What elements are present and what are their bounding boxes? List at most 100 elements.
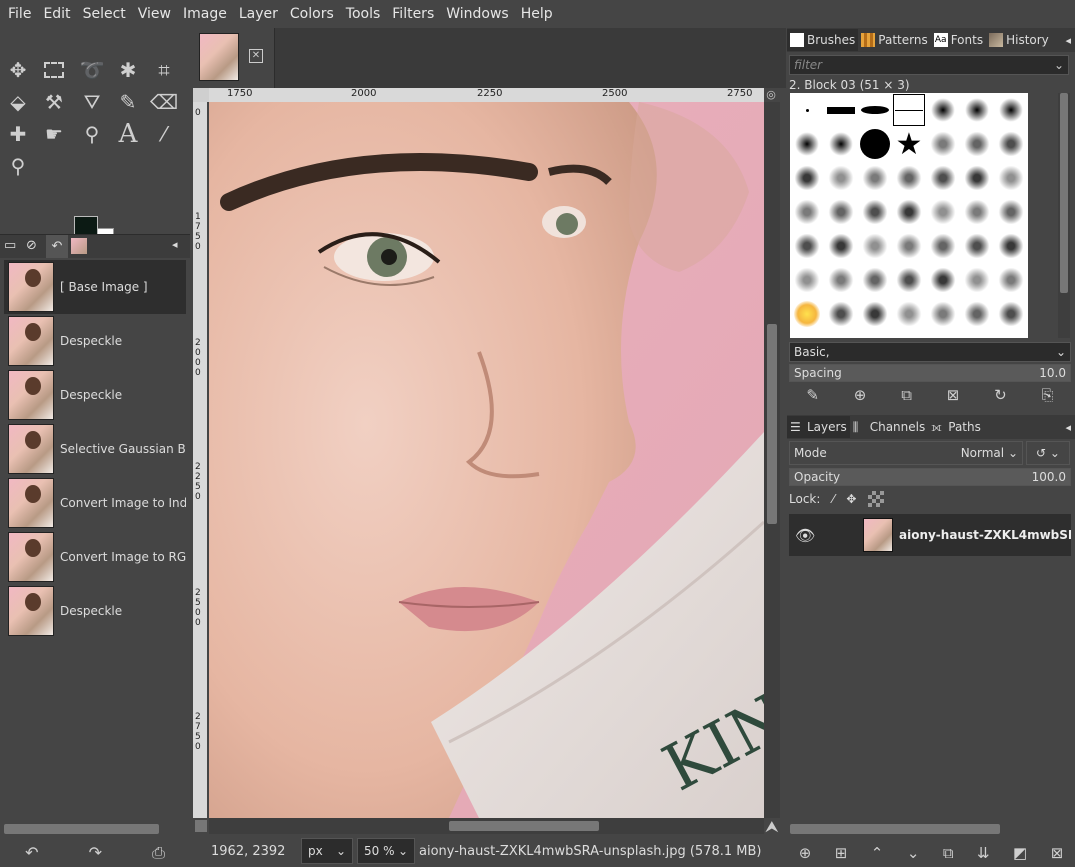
device-status-icon[interactable]: ⊘ — [26, 238, 37, 253]
rect-select-icon[interactable] — [40, 56, 68, 84]
brush-preview[interactable] — [994, 93, 1028, 127]
canvas-vertical-scrollbar[interactable] — [764, 102, 780, 818]
tab-patterns[interactable]: Patterns — [858, 29, 930, 51]
lower-layer-icon[interactable]: ⌄ — [907, 844, 920, 862]
opacity-slider[interactable]: Opacity 100.0 — [789, 468, 1071, 486]
brush-preview[interactable] — [790, 93, 824, 127]
text-tool-icon[interactable]: A — [114, 119, 142, 149]
brush-grid[interactable]: ★ — [790, 93, 1028, 338]
tab-history[interactable]: History — [986, 29, 1052, 51]
menu-help[interactable]: Help — [515, 6, 559, 22]
mode-reset-button[interactable]: ↺ ⌄ — [1026, 441, 1070, 465]
tool-options-icon[interactable]: ▭ — [4, 238, 16, 253]
layer-mask-icon[interactable]: ◩ — [1013, 844, 1027, 862]
duplicate-brush-icon[interactable]: ⧉ — [901, 386, 912, 408]
brush-preview[interactable] — [926, 195, 960, 229]
lasso-icon[interactable]: ➰ — [78, 56, 106, 84]
menu-colors[interactable]: Colors — [284, 6, 340, 22]
edit-brush-icon[interactable]: ✎ — [806, 386, 819, 408]
layers-horizontal-scrollbar[interactable] — [790, 824, 1000, 834]
menu-filters[interactable]: Filters — [386, 6, 440, 22]
redo-icon[interactable]: ↷ — [89, 843, 102, 862]
lock-alpha-icon[interactable] — [868, 491, 885, 507]
brush-preview[interactable] — [994, 127, 1028, 161]
brush-preview[interactable] — [994, 263, 1028, 297]
menu-edit[interactable]: Edit — [37, 6, 76, 22]
delete-brush-icon[interactable]: ⊠ — [947, 386, 960, 408]
brush-preview[interactable] — [892, 263, 926, 297]
smudge-icon[interactable]: ☛ — [40, 120, 68, 148]
brush-preview[interactable] — [892, 195, 926, 229]
undo-item[interactable]: Convert Image to Inde — [4, 476, 186, 530]
brush-preview[interactable]: ★ — [892, 127, 926, 162]
undo-horizontal-scrollbar[interactable] — [4, 824, 159, 834]
unit-selector[interactable]: px ⌄ — [301, 838, 353, 864]
brush-preview[interactable] — [926, 263, 960, 297]
brush-preview[interactable] — [858, 93, 892, 127]
delete-layer-icon[interactable]: ⊠ — [1051, 844, 1064, 862]
brush-preview[interactable] — [824, 161, 858, 195]
color-picker-icon[interactable]: ⁄ — [150, 120, 178, 148]
tab-brushes[interactable]: Brushes — [787, 29, 859, 51]
image-tab[interactable]: ✕ — [191, 28, 275, 88]
bucket-fill-icon[interactable]: ⛛ — [78, 88, 106, 116]
brush-preview[interactable] — [892, 229, 926, 263]
brush-preview[interactable] — [892, 297, 926, 331]
dock-menu-icon[interactable]: ◂ — [1065, 34, 1071, 47]
refresh-brushes-icon[interactable]: ↻ — [994, 386, 1007, 408]
brush-preview[interactable] — [960, 229, 994, 263]
new-layer-icon[interactable]: ⊕ — [799, 844, 812, 862]
tab-channels[interactable]: ⫼ Channels — [850, 416, 929, 438]
clone-icon[interactable]: ⚲ — [78, 120, 106, 148]
menu-file[interactable]: File — [2, 6, 37, 22]
menu-windows[interactable]: Windows — [440, 6, 515, 22]
brush-preview[interactable] — [824, 93, 858, 127]
undo-icon[interactable]: ↶ — [25, 843, 38, 862]
brush-preview[interactable] — [790, 195, 824, 229]
brush-preview[interactable] — [994, 161, 1028, 195]
merge-layer-icon[interactable]: ⇊ — [977, 844, 990, 862]
eraser-icon[interactable]: ⌫ — [150, 88, 178, 116]
close-icon[interactable]: ✕ — [249, 49, 263, 63]
brush-preview[interactable] — [960, 93, 994, 127]
scroll-thumb[interactable] — [1060, 93, 1068, 293]
layer-item[interactable]: 👁 aiony-haust-ZXKL4mwbSRA — [789, 514, 1071, 556]
brush-preview[interactable] — [858, 229, 892, 263]
brush-preview[interactable] — [960, 161, 994, 195]
brush-preview[interactable] — [790, 229, 824, 263]
brush-preview[interactable] — [926, 127, 960, 161]
raise-layer-icon[interactable]: ⌃ — [871, 844, 884, 862]
quick-mask-toggle[interactable] — [195, 820, 207, 832]
fuzzy-select-icon[interactable]: ✱ — [114, 56, 142, 84]
image-canvas[interactable]: KIN — [209, 102, 764, 818]
brush-preview[interactable] — [824, 127, 858, 161]
spacing-slider[interactable]: Spacing 10.0 — [789, 364, 1071, 382]
brush-preview[interactable] — [858, 263, 892, 297]
brush-preview[interactable] — [926, 161, 960, 195]
brush-preview[interactable] — [858, 297, 892, 331]
brush-preview[interactable] — [960, 263, 994, 297]
duplicate-layer-icon[interactable]: ⧉ — [943, 844, 954, 862]
brush-preview[interactable] — [994, 297, 1028, 331]
brush-preview[interactable] — [858, 195, 892, 229]
undo-item[interactable]: Despeckle — [4, 314, 186, 368]
brush-preview[interactable] — [926, 229, 960, 263]
brush-preview[interactable] — [994, 195, 1028, 229]
paintbrush-icon[interactable]: ✎ — [114, 88, 142, 116]
brush-preview[interactable] — [824, 263, 858, 297]
menu-tools[interactable]: Tools — [340, 6, 387, 22]
crop-icon[interactable]: ⌗ — [150, 56, 178, 84]
brush-preview[interactable] — [892, 161, 926, 195]
tab-paths[interactable]: ⟗ Paths — [928, 416, 984, 438]
open-brush-as-image-icon[interactable]: ⎘ — [1042, 386, 1054, 408]
menu-image[interactable]: Image — [177, 6, 233, 22]
dock-menu-icon[interactable]: ◂ — [172, 238, 178, 251]
brush-preview[interactable] — [824, 195, 858, 229]
brush-preview[interactable] — [960, 297, 994, 331]
clear-history-icon[interactable]: ⎙ — [152, 843, 165, 863]
brush-preview[interactable] — [858, 127, 892, 161]
lock-pixels-icon[interactable]: ⁄ — [832, 492, 834, 506]
brush-preview[interactable] — [858, 161, 892, 195]
lock-position-icon[interactable]: ✥ — [846, 492, 856, 506]
undo-item[interactable]: Despeckle — [4, 584, 186, 638]
